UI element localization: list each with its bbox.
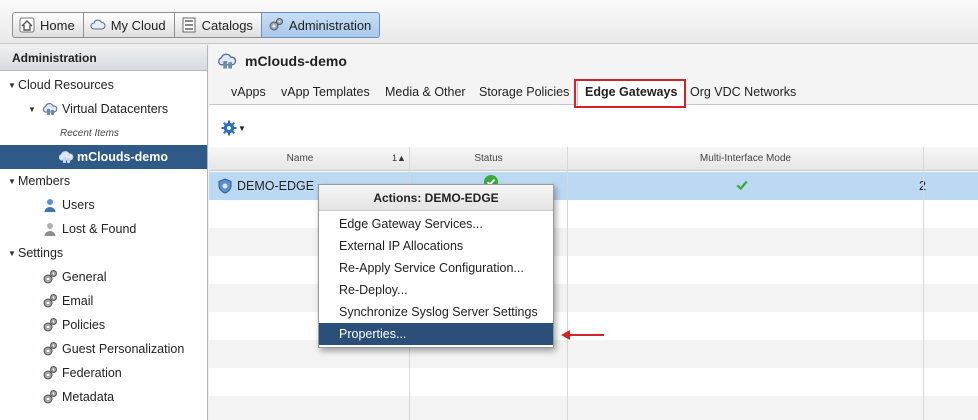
- nav-tab-administration[interactable]: Administration: [260, 12, 381, 38]
- menu-item-edge-gateway-services[interactable]: Edge Gateway Services...: [319, 213, 553, 235]
- expand-arrow-icon[interactable]: ▼: [26, 105, 38, 114]
- home-icon: [19, 17, 35, 33]
- gears-icon: [42, 389, 58, 405]
- tree-item-label: Users: [62, 198, 95, 212]
- tree-item-federation[interactable]: Federation: [0, 362, 207, 384]
- tab-org-vdc-networks[interactable]: Org VDC Networks: [690, 85, 796, 99]
- tree-item-label: General: [62, 270, 107, 284]
- nav-tab-my-cloud[interactable]: My Cloud: [82, 12, 175, 38]
- tree-item-virtual-datacenters[interactable]: ▼ Virtual Datacenters: [0, 98, 207, 120]
- tree-item-general[interactable]: General: [0, 266, 207, 288]
- table-row: [209, 368, 978, 396]
- tab-vapp-templates[interactable]: vApp Templates: [281, 85, 370, 99]
- column-divider[interactable]: [923, 147, 924, 420]
- tree-item-lost-found[interactable]: Lost & Found: [0, 218, 207, 240]
- nav-tab-label: My Cloud: [110, 17, 166, 33]
- datacenter-icon: [217, 51, 237, 71]
- tree-item-guest-personalization[interactable]: Guest Personalization: [0, 338, 207, 360]
- actions-gear-button[interactable]: ▼: [221, 120, 246, 136]
- tree-item-members[interactable]: ▼ Members: [0, 170, 207, 192]
- sort-indicator[interactable]: 1▲: [392, 153, 406, 163]
- tree-item-label: Members: [18, 174, 71, 188]
- toolbar: ▼: [209, 106, 978, 146]
- tree-item-mclouds-demo[interactable]: mClouds-demo: [0, 145, 207, 169]
- grid-header: Name 1▲ Status Multi-Interface Mode: [209, 147, 978, 171]
- top-navigation-bar: Home My Cloud Catalogs Administration: [0, 0, 978, 44]
- tab-vapps[interactable]: vApps: [231, 85, 266, 99]
- gears-icon: [42, 341, 58, 357]
- tree-item-label: Policies: [62, 318, 106, 332]
- user-gray-icon: [42, 221, 58, 237]
- nav-tab-label: Catalogs: [201, 17, 253, 33]
- tree-item-label: Settings: [18, 246, 64, 260]
- user-icon: [42, 197, 58, 213]
- gateway-name[interactable]: DEMO-EDGE: [237, 179, 314, 193]
- datacenter-icon: [58, 149, 74, 165]
- tree-item-label: Recent Items: [60, 127, 119, 139]
- menu-item-redeploy[interactable]: Re-Deploy...: [319, 279, 553, 301]
- nav-tab-label: Home: [40, 17, 75, 33]
- expand-arrow-icon[interactable]: ▼: [6, 177, 18, 186]
- tree-item-users[interactable]: Users: [0, 194, 207, 216]
- catalog-icon: [181, 17, 197, 33]
- context-menu-title: Actions: DEMO-EDGE: [319, 185, 553, 211]
- left-navigation-panel: Administration ▼ Cloud Resources ▼ Virtu…: [0, 45, 208, 420]
- tree-item-metadata[interactable]: Metadata: [0, 386, 207, 408]
- expand-arrow-icon[interactable]: ▼: [6, 249, 18, 258]
- menu-item-synchronize-syslog-settings[interactable]: Synchronize Syslog Server Settings: [319, 301, 553, 323]
- menu-item-properties[interactable]: Properties...: [319, 323, 553, 345]
- gear-icon: [221, 120, 237, 136]
- check-icon: [735, 178, 751, 194]
- table-row: [209, 396, 978, 420]
- chevron-down-icon: ▼: [238, 123, 246, 133]
- page-title: mClouds-demo: [245, 53, 347, 69]
- tree-item-cloud-resources[interactable]: ▼ Cloud Resources: [0, 74, 207, 96]
- tree-item-label: Email: [62, 294, 94, 308]
- nav-tab-catalogs[interactable]: Catalogs: [173, 12, 262, 38]
- nav-tab-home[interactable]: Home: [12, 12, 84, 38]
- tree-item-label: Metadata: [62, 390, 115, 404]
- tree-item-label: Virtual Datacenters: [62, 102, 169, 116]
- content-header: mClouds-demo: [209, 45, 978, 77]
- gears-icon: [42, 293, 58, 309]
- menu-item-external-ip-allocations[interactable]: External IP Allocations: [319, 235, 553, 257]
- context-menu: Actions: DEMO-EDGE Edge Gateway Services…: [318, 184, 554, 348]
- menu-item-reapply-service-configuration[interactable]: Re-Apply Service Configuration...: [319, 257, 553, 279]
- main-nav-tabs: Home My Cloud Catalogs Administration: [12, 12, 381, 38]
- panel-header: Administration: [0, 45, 207, 71]
- gears-icon: [42, 269, 58, 285]
- tree-item-label: Lost & Found: [62, 222, 137, 236]
- tree-item-settings[interactable]: ▼ Settings: [0, 242, 207, 264]
- tree-item-label: mClouds-demo: [77, 150, 168, 164]
- column-divider[interactable]: [567, 147, 568, 420]
- annotation-arrow-icon: [561, 330, 604, 340]
- tree-item-policies[interactable]: Policies: [0, 314, 207, 336]
- tree-item-recent-items: Recent Items: [0, 122, 207, 144]
- tree-item-label: Federation: [62, 366, 122, 380]
- expand-arrow-icon[interactable]: ▼: [6, 81, 18, 90]
- gears-icon: [42, 317, 58, 333]
- nav-tab-label: Administration: [288, 17, 372, 33]
- cloud-icon: [90, 17, 106, 33]
- tree-item-label: Guest Personalization: [62, 342, 185, 356]
- edge-gateway-icon: [217, 178, 233, 194]
- tree-item-email[interactable]: Email: [0, 290, 207, 312]
- administration-icon: [268, 17, 284, 33]
- gears-icon: [42, 365, 58, 381]
- column-header-name[interactable]: Name: [209, 153, 391, 164]
- datacenter-icon: [42, 101, 58, 117]
- tree-item-label: Cloud Resources: [18, 78, 114, 92]
- column-header-multi-interface-mode[interactable]: Multi-Interface Mode: [568, 153, 923, 164]
- annotation-highlight-box: [574, 79, 686, 108]
- tab-storage-policies[interactable]: Storage Policies: [479, 85, 569, 99]
- tab-media-other[interactable]: Media & Other: [385, 85, 466, 99]
- column-header-status[interactable]: Status: [410, 153, 567, 164]
